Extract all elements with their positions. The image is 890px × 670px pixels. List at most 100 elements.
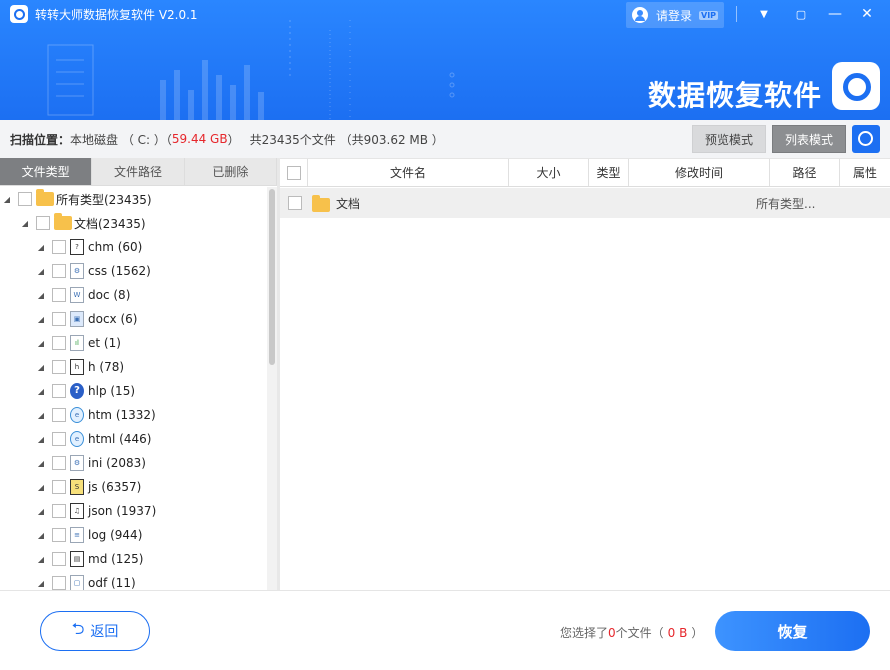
tree-item-css[interactable]: ◢ ⚙ css (1562) bbox=[0, 259, 267, 283]
tree-checkbox[interactable] bbox=[52, 240, 66, 254]
tree-checkbox[interactable] bbox=[52, 288, 66, 302]
col-size[interactable]: 大小 bbox=[509, 159, 589, 186]
expand-arrow-icon[interactable]: ◢ bbox=[36, 555, 46, 564]
tree-checkbox[interactable] bbox=[52, 312, 66, 326]
tree-label: chm (60) bbox=[88, 240, 143, 254]
tree-checkbox[interactable] bbox=[52, 528, 66, 542]
expand-arrow-icon[interactable]: ◢ bbox=[36, 291, 46, 300]
title-separator bbox=[736, 6, 737, 22]
expand-arrow-icon[interactable]: ◢ bbox=[36, 411, 46, 420]
tree-scrollbar[interactable] bbox=[267, 187, 277, 590]
col-attributes[interactable]: 属性 bbox=[840, 159, 890, 186]
tree-item-js[interactable]: ◢ S js (6357) bbox=[0, 475, 267, 499]
tree-root-row[interactable]: ◢ 所有类型(23435) bbox=[0, 187, 267, 211]
tree-label: ini (2083) bbox=[88, 456, 146, 470]
tree-item-log[interactable]: ◢ ≡ log (944) bbox=[0, 523, 267, 547]
tree-checkbox[interactable] bbox=[52, 384, 66, 398]
col-file-name[interactable]: 文件名 bbox=[308, 159, 509, 186]
row-file-name: 文档 bbox=[336, 196, 361, 211]
list-mode-button[interactable]: 列表模式 bbox=[772, 125, 846, 153]
chm-icon: ? bbox=[70, 239, 84, 255]
tree-docs-row[interactable]: ◢ 文档(23435) bbox=[0, 211, 267, 235]
login-button[interactable]: 请登录 VIP bbox=[626, 2, 724, 28]
tree-item-h[interactable]: ◢ h h (78) bbox=[0, 355, 267, 379]
tree-label: htm (1332) bbox=[88, 408, 156, 422]
footer-bar: ⮌ 返回 您选择了0个文件（ 0 B） 恢复 bbox=[0, 590, 890, 670]
table-row[interactable]: 文档 所有类型... bbox=[280, 188, 890, 218]
expand-arrow-icon[interactable]: ◢ bbox=[36, 483, 46, 492]
tree-item-et[interactable]: ◢ ıl et (1) bbox=[0, 331, 267, 355]
panel-divider[interactable] bbox=[277, 158, 280, 590]
expand-arrow-icon[interactable]: ◢ bbox=[36, 267, 46, 276]
tree-checkbox[interactable] bbox=[36, 216, 50, 230]
preview-mode-button[interactable]: 预览模式 bbox=[692, 125, 766, 153]
expand-arrow-icon[interactable]: ◢ bbox=[36, 339, 46, 348]
tree-checkbox[interactable] bbox=[52, 408, 66, 422]
doc-icon: W bbox=[70, 287, 84, 303]
tree-label: md (125) bbox=[88, 552, 144, 566]
selection-info: 您选择了0个文件（ 0 B） bbox=[560, 624, 703, 641]
expand-arrow-icon[interactable]: ◢ bbox=[2, 195, 12, 204]
tree-checkbox[interactable] bbox=[52, 336, 66, 350]
location-label: 扫描位置： bbox=[10, 132, 71, 147]
close-button[interactable]: ✕ bbox=[852, 0, 882, 28]
tree-checkbox[interactable] bbox=[52, 264, 66, 278]
col-path[interactable]: 路径 bbox=[770, 159, 840, 186]
expand-arrow-icon[interactable]: ◢ bbox=[36, 459, 46, 468]
tree-checkbox[interactable] bbox=[52, 504, 66, 518]
recover-button[interactable]: 恢复 bbox=[715, 611, 870, 651]
expand-arrow-icon[interactable]: ◢ bbox=[36, 387, 46, 396]
tree-scroll-thumb[interactable] bbox=[269, 189, 275, 365]
tree-label: 所有类型(23435) bbox=[56, 192, 152, 207]
tree-item-hlp[interactable]: ◢ ? hlp (15) bbox=[0, 379, 267, 403]
expand-arrow-icon[interactable]: ◢ bbox=[36, 363, 46, 372]
expand-arrow-icon[interactable]: ◢ bbox=[36, 243, 46, 252]
expand-arrow-icon[interactable]: ◢ bbox=[36, 579, 46, 588]
tree-item-md[interactable]: ◢ ▤ md (125) bbox=[0, 547, 267, 571]
expand-arrow-icon[interactable]: ◢ bbox=[36, 531, 46, 540]
folder-icon bbox=[36, 189, 54, 206]
search-icon[interactable] bbox=[852, 125, 880, 153]
folder-icon bbox=[54, 213, 72, 230]
tree-item-json[interactable]: ◢ ♫ json (1937) bbox=[0, 499, 267, 523]
sel-count: 0 bbox=[608, 626, 616, 640]
dropdown-menu-button[interactable]: ▼ bbox=[749, 0, 779, 28]
tab-file-path[interactable]: 文件路径 bbox=[92, 158, 185, 185]
tree-checkbox[interactable] bbox=[18, 192, 32, 206]
expand-arrow-icon[interactable]: ◢ bbox=[36, 315, 46, 324]
tree-checkbox[interactable] bbox=[52, 480, 66, 494]
tree-item-odf[interactable]: ◢ ▢ odf (11) bbox=[0, 571, 267, 590]
expand-arrow-icon[interactable]: ◢ bbox=[36, 507, 46, 516]
tab-file-type[interactable]: 文件类型 bbox=[0, 158, 93, 185]
brand-text: 数据恢复软件 bbox=[648, 79, 823, 112]
col-type[interactable]: 类型 bbox=[589, 159, 629, 186]
decorative-lines bbox=[47, 20, 455, 120]
tree-item-htm[interactable]: ◢ e htm (1332) bbox=[0, 403, 267, 427]
tree-checkbox[interactable] bbox=[52, 432, 66, 446]
tree-label: log (944) bbox=[88, 528, 143, 542]
tree-checkbox[interactable] bbox=[52, 360, 66, 374]
tab-deleted[interactable]: 已删除 bbox=[184, 158, 277, 185]
tree-item-ini[interactable]: ◢ ⚙ ini (2083) bbox=[0, 451, 267, 475]
col-modified-time[interactable]: 修改时间 bbox=[629, 159, 770, 186]
tree-checkbox[interactable] bbox=[52, 576, 66, 590]
expand-arrow-icon[interactable]: ◢ bbox=[36, 435, 46, 444]
tree-checkbox[interactable] bbox=[52, 456, 66, 470]
log-icon: ≡ bbox=[70, 527, 84, 543]
select-all-checkbox[interactable] bbox=[286, 165, 301, 180]
expand-arrow-icon[interactable]: ◢ bbox=[20, 219, 30, 228]
tree-item-docx[interactable]: ◢ ▣ docx (6) bbox=[0, 307, 267, 331]
tree-checkbox[interactable] bbox=[52, 552, 66, 566]
back-button[interactable]: ⮌ 返回 bbox=[40, 611, 150, 651]
tree-item-chm[interactable]: ◢ ? chm (60) bbox=[0, 235, 267, 259]
md-icon: ▤ bbox=[70, 551, 84, 567]
sel-prefix: 您选择了 bbox=[560, 626, 609, 640]
restore-button[interactable]: ▢ bbox=[786, 0, 816, 28]
row-checkbox[interactable] bbox=[288, 196, 302, 210]
tree-item-doc[interactable]: ◢ W doc (8) bbox=[0, 283, 267, 307]
json-icon: ♫ bbox=[70, 503, 84, 519]
htm-icon: e bbox=[70, 407, 84, 423]
minimize-button[interactable]: — bbox=[820, 0, 850, 28]
tree-label: css (1562) bbox=[88, 264, 151, 278]
tree-item-html[interactable]: ◢ e html (446) bbox=[0, 427, 267, 451]
